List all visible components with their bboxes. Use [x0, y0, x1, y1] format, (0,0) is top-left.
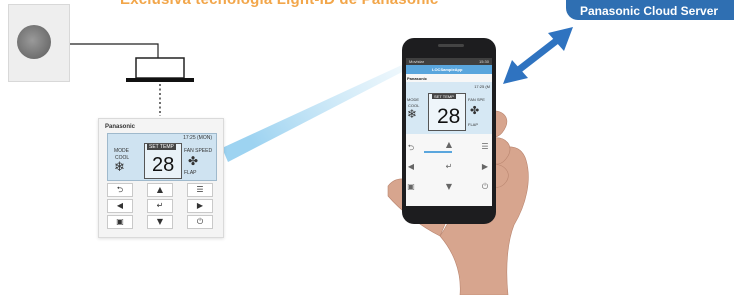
- indoor-unit: [135, 57, 185, 79]
- remote-menu-button[interactable]: ☰: [187, 183, 213, 197]
- remote-temperature: 28: [152, 154, 175, 176]
- app-left-button[interactable]: ◀: [406, 162, 416, 171]
- remote-left-button[interactable]: ◀: [107, 199, 133, 213]
- remote-back-button[interactable]: ⮌: [107, 183, 133, 197]
- remote-brand: Panasonic: [105, 124, 136, 130]
- remote-time: 17:25 (MON): [183, 135, 212, 141]
- fan-icon: ✤: [188, 154, 199, 168]
- app-bar: LOCSampleApp: [406, 65, 492, 74]
- remote-mode-label: MODE: [114, 148, 129, 154]
- app-set-temp-label: SET TEMP: [432, 94, 456, 99]
- remote-temp-box: SET TEMP 28: [144, 143, 182, 179]
- app-selection-bar: [424, 151, 452, 153]
- double-arrow: [503, 27, 573, 84]
- app-fan-icon: ✤: [470, 104, 480, 117]
- remote-down-button[interactable]: ▼: [147, 215, 173, 229]
- phone-carrier: Movistar: [409, 59, 425, 64]
- app-right-button[interactable]: ▶: [480, 162, 490, 171]
- app-snowflake-icon: ❄: [407, 107, 418, 121]
- app-timer-button[interactable]: ▣: [406, 182, 416, 191]
- app-menu-button[interactable]: ☰: [480, 142, 490, 151]
- phone-clock: 15:30: [478, 59, 489, 64]
- app-power-button[interactable]: ⏻: [480, 182, 490, 192]
- remote-timer-button[interactable]: ▣: [107, 215, 133, 229]
- cloud-server-badge: Panasonic Cloud Server: [566, 0, 734, 20]
- remote-set-temp-label: SET TEMP: [147, 144, 176, 150]
- app-temperature: 28: [437, 105, 461, 128]
- remote-flap-label: FLAP: [184, 170, 197, 176]
- connection-wire: [70, 43, 159, 58]
- light-beam: [222, 64, 406, 162]
- headline: Exclusiva tecnología Light-ID de Panason…: [120, 0, 438, 8]
- app-brand: Panasonic: [407, 76, 428, 81]
- app-enter-button[interactable]: ↵: [443, 162, 455, 171]
- phone-screen: Movistar 15:30 LOCSampleApp Panasonic 17…: [406, 58, 492, 206]
- app-back-button[interactable]: ⮌: [406, 142, 416, 156]
- outdoor-unit: [8, 4, 70, 82]
- remote-enter-button[interactable]: ↵: [147, 199, 173, 213]
- app-title: LOCSampleApp: [432, 67, 463, 72]
- remote-power-button[interactable]: ⏻: [187, 215, 213, 229]
- app-temp-box: SET TEMP 28: [428, 93, 466, 131]
- wired-remote-controller: Panasonic 17:25 (MON) MODE COOL ❄ SET TE…: [98, 118, 224, 238]
- remote-right-button[interactable]: ▶: [187, 199, 213, 213]
- ceiling-line: [126, 78, 194, 82]
- app-fan-speed-label: FAN SPE: [468, 97, 485, 102]
- app-mode-label: MODE: [407, 97, 419, 102]
- remote-lcd: 17:25 (MON) MODE COOL ❄ SET TEMP 28 FAN …: [107, 133, 217, 181]
- app-time: 17:25 (M: [474, 84, 490, 89]
- snowflake-icon: ❄: [114, 160, 125, 175]
- outdoor-fan-icon: [17, 25, 51, 59]
- app-up-button[interactable]: ▲: [443, 140, 455, 149]
- app-lcd: 17:25 (M MODE COOL ❄ SET TEMP 28 FAN SPE…: [406, 82, 492, 134]
- app-down-button[interactable]: ▼: [443, 182, 455, 191]
- remote-up-button[interactable]: ▲: [147, 183, 173, 197]
- phone-status-bar: Movistar 15:30: [406, 58, 492, 65]
- phone-speaker: [438, 44, 464, 47]
- app-flap-label: FLAP: [468, 122, 479, 127]
